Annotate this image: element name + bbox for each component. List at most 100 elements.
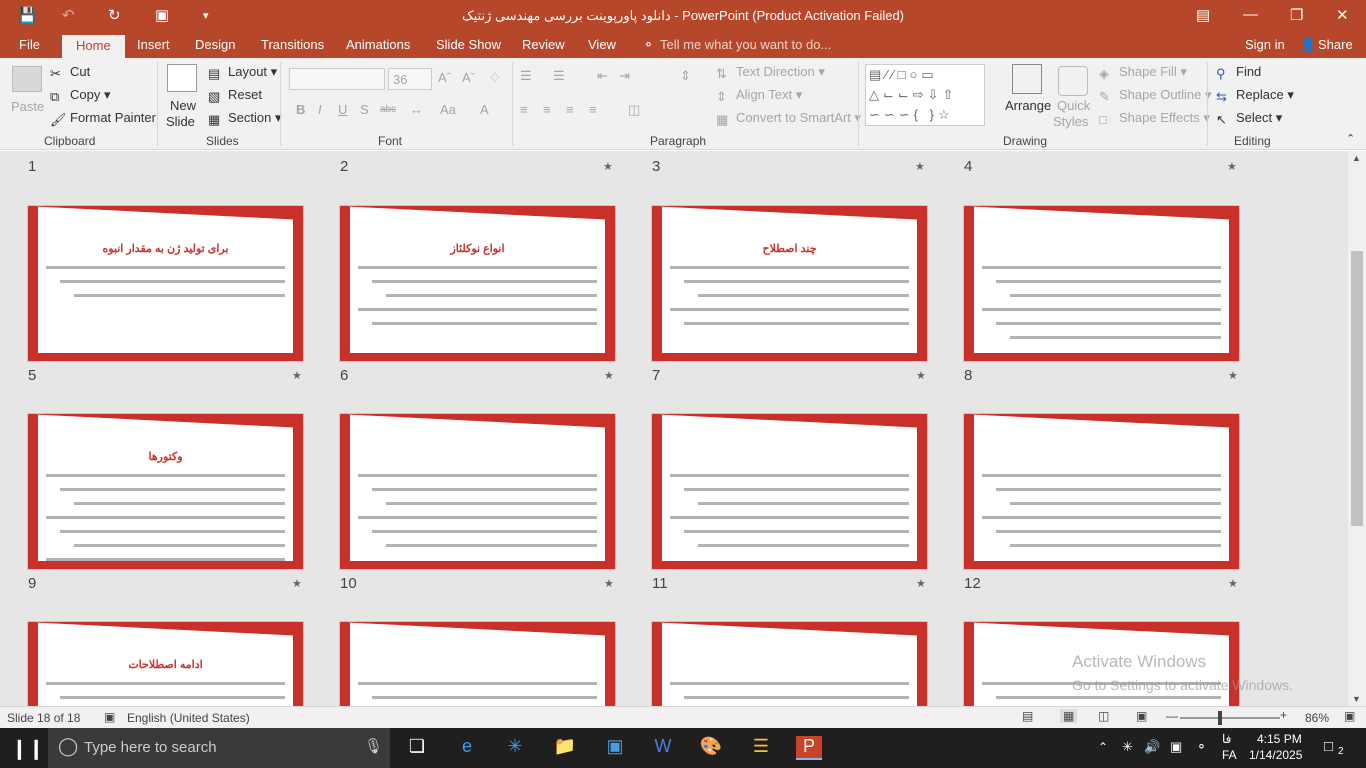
word-icon[interactable]: W: [650, 736, 676, 760]
normal-view-icon[interactable]: ▤: [1022, 709, 1033, 723]
section-button[interactable]: ▦ Section ▾: [208, 110, 282, 127]
font-color-icon[interactable]: A: [480, 102, 489, 117]
arrange-icon[interactable]: [1012, 64, 1042, 94]
taskbar-search[interactable]: ◯ Type here to search 🎙: [48, 728, 390, 768]
bullets-icon[interactable]: ☰: [520, 68, 532, 84]
tab-view[interactable]: View: [588, 37, 616, 52]
wifi-icon[interactable]: ⚬: [1196, 739, 1207, 755]
strikethrough-button[interactable]: abc: [380, 104, 396, 115]
format-painter-button[interactable]: 🖌 Format Painter: [50, 110, 156, 127]
convert-smartart-button[interactable]: ▦ Convert to SmartArt ▾: [716, 110, 861, 127]
edge-icon[interactable]: e: [454, 736, 480, 760]
minimize-icon[interactable]: —: [1243, 6, 1258, 23]
quick-styles-label-2[interactable]: Styles: [1053, 114, 1088, 129]
grow-font-icon[interactable]: Aˆ: [438, 70, 451, 85]
numbering-icon[interactable]: ☰: [553, 68, 565, 84]
line-spacing-icon[interactable]: ⇕: [680, 68, 691, 84]
cut-button[interactable]: ✂ Cut: [50, 64, 90, 81]
decrease-indent-icon[interactable]: ⇤: [597, 68, 608, 84]
language-code-fa[interactable]: فا: [1222, 732, 1231, 746]
paste-button[interactable]: Paste: [11, 99, 44, 114]
language-code[interactable]: FA: [1222, 748, 1237, 762]
text-direction-button[interactable]: ⇅ Text Direction ▾: [716, 64, 825, 81]
shapes-gallery[interactable]: ▤∕∕□○▭ △⌙⌙⇨⇩⇧ ∽∽∽{ }☆: [865, 64, 985, 126]
clock-date[interactable]: 1/14/2025: [1249, 748, 1302, 762]
app-icon[interactable]: ▣: [602, 736, 628, 760]
spellcheck-icon[interactable]: ▣: [104, 710, 115, 724]
share-button[interactable]: Share: [1318, 37, 1353, 52]
italic-button[interactable]: I: [318, 102, 322, 117]
tab-insert[interactable]: Insert: [137, 37, 170, 52]
fit-to-window-icon[interactable]: ▣: [1344, 709, 1355, 723]
zoom-out-icon[interactable]: —: [1166, 709, 1178, 723]
layout-button[interactable]: ▤ Layout ▾: [208, 64, 277, 81]
slide-thumbnail[interactable]: [963, 205, 1240, 362]
font-family-select[interactable]: [289, 68, 385, 90]
slide-thumbnail[interactable]: [963, 413, 1240, 570]
new-slide-label-1[interactable]: New: [170, 98, 196, 113]
close-icon[interactable]: ✕: [1336, 6, 1349, 24]
paint-icon[interactable]: 🎨: [698, 736, 724, 760]
bluetooth-icon[interactable]: ✳: [502, 736, 528, 760]
powerpoint-icon[interactable]: P: [796, 736, 822, 760]
underline-button[interactable]: U: [338, 102, 347, 117]
shape-fill-button[interactable]: ◈ Shape Fill ▾: [1099, 64, 1187, 81]
copy-button[interactable]: ⧉ Copy ▾: [50, 87, 111, 104]
tab-slide-show[interactable]: Slide Show: [436, 37, 501, 52]
tab-transitions[interactable]: Transitions: [261, 37, 324, 52]
change-case-icon[interactable]: Aa: [440, 102, 456, 117]
chevron-up-icon[interactable]: ⌃: [1098, 740, 1108, 754]
columns-icon[interactable]: ◫: [628, 102, 640, 118]
paste-icon[interactable]: [12, 66, 42, 92]
find-button[interactable]: ⚲ Find: [1216, 64, 1261, 81]
clear-format-icon[interactable]: ♢: [489, 70, 501, 86]
reset-button[interactable]: ▧ Reset: [208, 87, 262, 104]
select-button[interactable]: ↖ Select ▾: [1216, 110, 1282, 127]
volume-icon[interactable]: 🔊: [1144, 739, 1160, 755]
slide-thumbnail[interactable]: چند اصطلاح: [651, 205, 928, 362]
notifications-icon[interactable]: □: [1324, 738, 1333, 755]
shape-outline-button[interactable]: ✎ Shape Outline ▾: [1099, 87, 1212, 104]
replace-button[interactable]: ⇆ Replace ▾: [1216, 87, 1294, 104]
zoom-slider[interactable]: [1180, 717, 1280, 719]
justify-icon[interactable]: ≡: [589, 102, 597, 117]
zoom-slider-thumb[interactable]: [1218, 711, 1222, 725]
shadow-button[interactable]: S: [360, 102, 369, 117]
new-slide-icon[interactable]: [167, 64, 197, 92]
font-size-select[interactable]: 36: [388, 68, 432, 90]
quick-styles-label-1[interactable]: Quick: [1057, 98, 1090, 113]
shape-effects-button[interactable]: □ Shape Effects ▾: [1099, 110, 1210, 127]
slide-thumbnail[interactable]: [651, 621, 928, 706]
microphone-icon[interactable]: 🎙: [364, 737, 383, 755]
clock-time[interactable]: 4:15 PM: [1257, 732, 1302, 746]
shrink-font-icon[interactable]: Aˇ: [462, 70, 475, 85]
quick-styles-icon[interactable]: [1058, 66, 1088, 96]
align-right-icon[interactable]: ≡: [566, 102, 574, 117]
arrange-button[interactable]: Arrange: [1005, 98, 1051, 113]
reading-view-icon[interactable]: ◫: [1098, 709, 1109, 723]
tab-home[interactable]: Home: [62, 35, 125, 59]
sign-in-link[interactable]: Sign in: [1245, 37, 1285, 52]
increase-indent-icon[interactable]: ⇥: [619, 68, 630, 84]
slideshow-view-icon[interactable]: ▣: [1136, 709, 1147, 723]
slide-thumbnail[interactable]: [339, 413, 616, 570]
vertical-scrollbar[interactable]: ▲ ▼: [1348, 151, 1366, 706]
align-left-icon[interactable]: ≡: [520, 102, 528, 117]
ribbon-display-icon[interactable]: ▤: [1196, 6, 1210, 24]
tab-design[interactable]: Design: [195, 37, 235, 52]
align-text-button[interactable]: ⇕ Align Text ▾: [716, 87, 802, 104]
collapse-ribbon-icon[interactable]: ⌃: [1346, 132, 1355, 145]
bold-button[interactable]: B: [296, 102, 305, 117]
new-slide-label-2[interactable]: Slide: [166, 114, 195, 129]
windows-start-icon[interactable]: ❙❙: [11, 736, 45, 760]
slide-thumbnail[interactable]: وکتورها: [27, 413, 304, 570]
tab-review[interactable]: Review: [522, 37, 565, 52]
scroll-up-icon[interactable]: ▲: [1352, 153, 1361, 163]
maximize-icon[interactable]: ❐: [1290, 6, 1303, 24]
task-view-icon[interactable]: ❏: [404, 736, 430, 760]
language-indicator[interactable]: English (United States): [127, 711, 250, 725]
slide-thumbnail[interactable]: انواع نوکلئاز: [339, 205, 616, 362]
tab-file[interactable]: File: [19, 37, 40, 52]
slide-thumbnail[interactable]: [651, 413, 928, 570]
zoom-in-icon[interactable]: +: [1280, 708, 1287, 722]
